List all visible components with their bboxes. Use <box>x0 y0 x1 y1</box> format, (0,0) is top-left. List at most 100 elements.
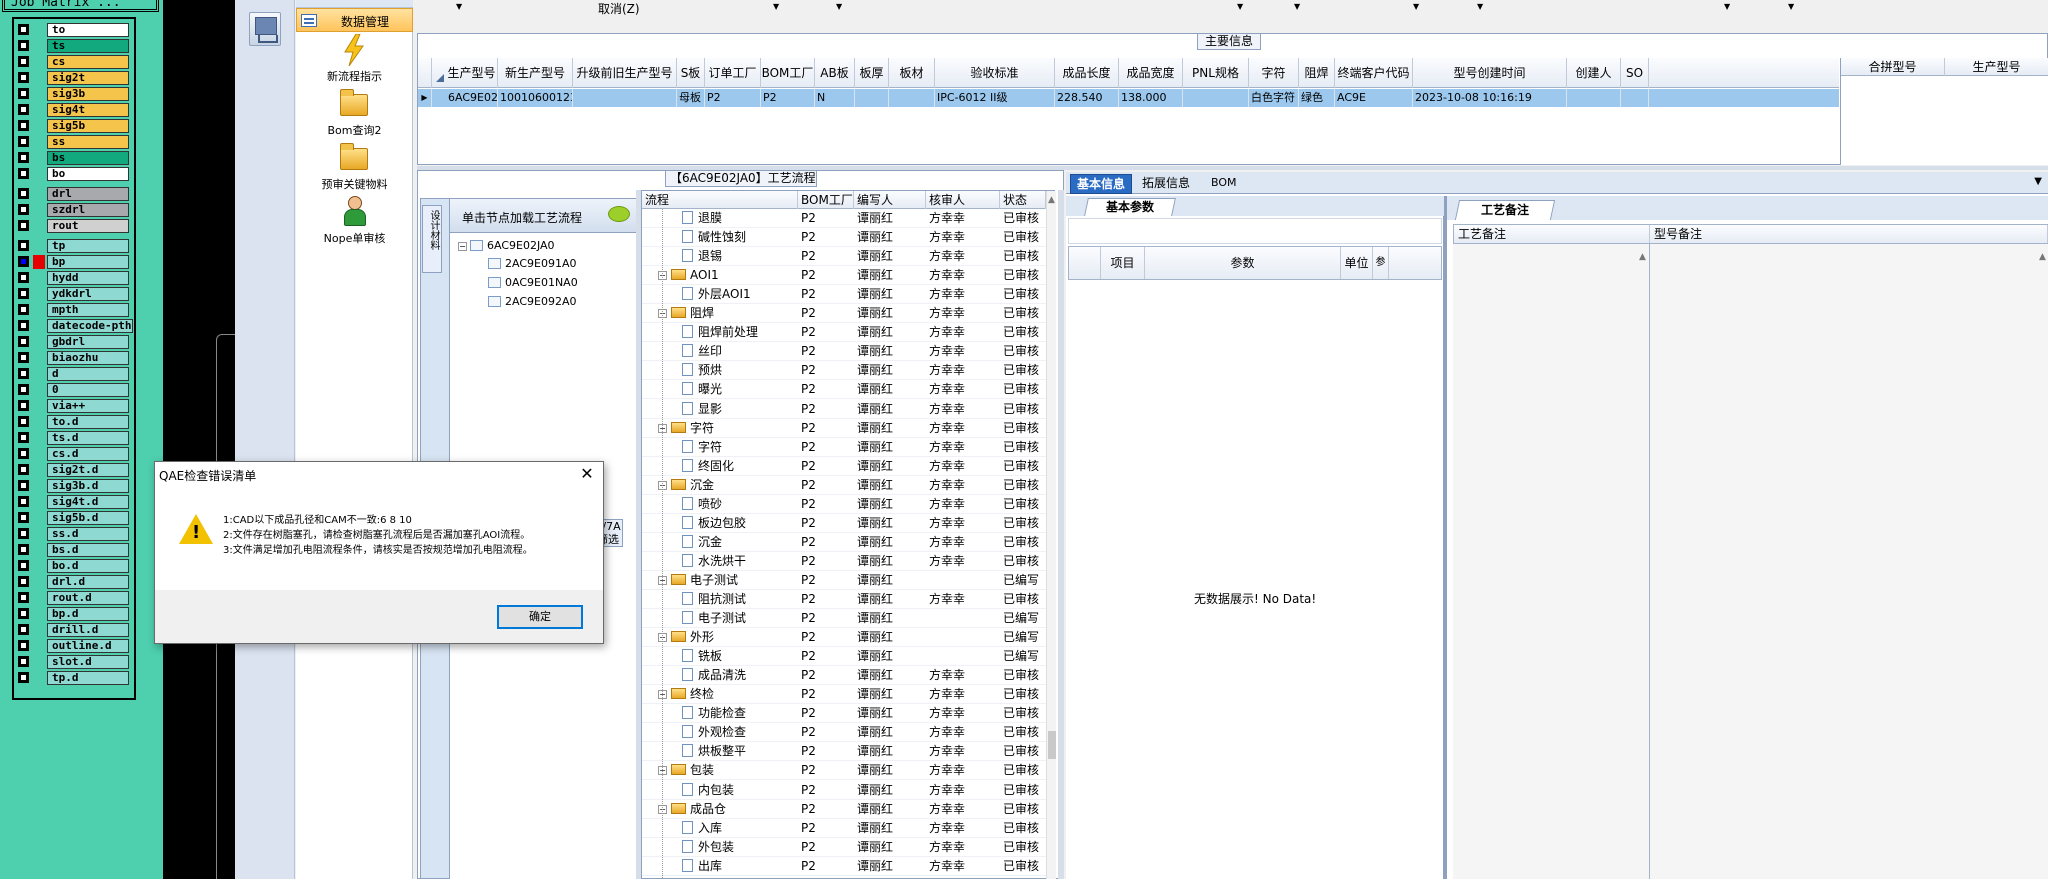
main-info-row-selected[interactable]: ▶6AC9E02JA010010600123408母板P2P2NIPC-6012… <box>418 89 1839 107</box>
main-info-column-header[interactable]: AB板 <box>815 58 855 88</box>
matrix-layer-label[interactable]: mpth <box>47 303 129 317</box>
unit-column-header[interactable]: 单位 <box>1341 247 1373 279</box>
nav-data-manage[interactable]: 数据管理 <box>296 8 413 32</box>
main-info-column-header[interactable]: 新生产型号 <box>498 58 573 88</box>
nav-item-nope-review[interactable]: Nope单审核 <box>296 192 413 252</box>
matrix-row-bp.d[interactable]: bp.d <box>16 607 134 621</box>
nav-item-key-material[interactable]: 预审关键物料 <box>296 138 413 198</box>
model-note-column-header[interactable]: 型号备注 <box>1650 225 2048 243</box>
grid-info-splitter[interactable] <box>1058 190 1064 879</box>
design-material-tab[interactable]: 设计材料 <box>422 205 442 273</box>
process-row[interactable]: 退膜 P2 谭丽红 方幸幸 已审核 <box>642 209 1046 228</box>
matrix-row-bo[interactable]: bo <box>16 167 134 181</box>
matrix-layer-label[interactable]: slot.d <box>47 655 129 669</box>
matrix-row-tp[interactable]: tp <box>16 239 134 253</box>
tree-node[interactable]: 2AC9E091A0 <box>488 257 576 271</box>
main-info-column-header[interactable]: 成品宽度 <box>1119 58 1183 88</box>
matrix-layer-label[interactable]: outline.d <box>47 639 129 653</box>
process-row[interactable]: 电子测试 P2 谭丽红 已编写 <box>642 609 1046 629</box>
tab-process-note[interactable]: 工艺备注 <box>1454 200 1556 220</box>
process-row[interactable]: − 终检 P2 谭丽红 方幸幸 已审核 <box>642 685 1046 705</box>
main-info-cell[interactable] <box>573 89 677 107</box>
dropdown-arrow-icon[interactable]: ▼ <box>1413 2 1419 11</box>
flow-column-header[interactable]: 流程 <box>642 191 798 209</box>
matrix-checkbox[interactable] <box>18 136 29 147</box>
process-row[interactable]: 铣板 P2 谭丽红 已编写 <box>642 647 1046 667</box>
main-info-cell[interactable]: 绿色 <box>1299 89 1335 107</box>
dropdown-arrow-icon[interactable]: ▼ <box>1724 2 1730 11</box>
scroll-up-icon[interactable]: ▲ <box>1639 252 1646 262</box>
process-row[interactable]: 出库 P2 谭丽红 方幸幸 已审核 <box>642 857 1046 876</box>
matrix-row-d[interactable]: d <box>16 367 134 381</box>
tab-extended-info[interactable]: 拓展信息 <box>1136 174 1196 194</box>
process-row[interactable]: 退锡 P2 谭丽红 方幸幸 已审核 <box>642 247 1046 267</box>
matrix-row-cs[interactable]: cs <box>16 55 134 69</box>
matrix-row-sig5b[interactable]: sig5b <box>16 119 134 133</box>
matrix-layer-label[interactable]: bs <box>47 151 129 165</box>
process-row[interactable]: − 沉金 P2 谭丽红 方幸幸 已审核 <box>642 476 1046 495</box>
process-row[interactable]: 外层AOI1 P2 谭丽红 方幸幸 已审核 <box>642 285 1046 305</box>
matrix-row-tp.d[interactable]: tp.d <box>16 671 134 685</box>
matrix-checkbox[interactable] <box>18 480 29 491</box>
matrix-row-ss.d[interactable]: ss.d <box>16 527 134 541</box>
main-info-column-header[interactable]: 升级前旧生产型号 <box>573 58 677 88</box>
matrix-checkbox[interactable] <box>18 432 29 443</box>
process-row[interactable]: − 外形 P2 谭丽红 已编写 <box>642 628 1046 648</box>
tab-bom[interactable]: BOM <box>1205 174 1243 194</box>
tree-node[interactable]: 0AC9E01NA0 <box>488 276 578 290</box>
matrix-row-outline.d[interactable]: outline.d <box>16 639 134 653</box>
matrix-row-hydd[interactable]: hydd <box>16 271 134 285</box>
matrix-checkbox[interactable] <box>18 512 29 523</box>
matrix-checkbox[interactable] <box>18 152 29 163</box>
matrix-row-sig2t[interactable]: sig2t <box>16 71 134 85</box>
data-module-icon[interactable] <box>249 12 281 46</box>
matrix-checkbox[interactable] <box>18 88 29 99</box>
process-note-cell[interactable] <box>1453 244 1649 879</box>
matrix-layer-label[interactable]: rout.d <box>47 591 129 605</box>
matrix-checkbox[interactable] <box>18 288 29 299</box>
matrix-row-ts[interactable]: ts <box>16 39 134 53</box>
matrix-layer-label[interactable]: sig5b <box>47 119 129 133</box>
matrix-layer-label[interactable]: hydd <box>47 271 129 285</box>
matrix-layer-label[interactable]: sig4t.d <box>47 495 129 509</box>
ok-button[interactable]: 确定 <box>497 605 583 629</box>
main-info-cell[interactable]: 白色字符 <box>1249 89 1299 107</box>
matrix-layer-label[interactable]: sig3b <box>47 87 129 101</box>
matrix-row-gbdrl[interactable]: gbdrl <box>16 335 134 349</box>
process-row[interactable]: 曝光 P2 谭丽红 方幸幸 已审核 <box>642 380 1046 400</box>
main-info-cell[interactable]: 母板 <box>677 89 705 107</box>
matrix-row-ss[interactable]: ss <box>16 135 134 149</box>
matrix-layer-label[interactable]: via++ <box>47 399 129 413</box>
matrix-checkbox[interactable] <box>18 496 29 507</box>
param-extra-column-header[interactable]: 参 <box>1373 247 1389 279</box>
param-column-header[interactable]: 参数 <box>1145 247 1341 279</box>
process-row[interactable]: − 成品仓 P2 谭丽红 方幸幸 已审核 <box>642 800 1046 819</box>
matrix-checkbox[interactable] <box>18 272 29 283</box>
matrix-row-bp[interactable]: bp <box>16 255 134 269</box>
matrix-layer-label[interactable]: cs.d <box>47 447 129 461</box>
matrix-row-ydkdrl[interactable]: ydkdrl <box>16 287 134 301</box>
process-note-column-header[interactable]: 工艺备注 <box>1454 225 1650 243</box>
main-info-cell[interactable]: 10010600123408 <box>498 89 573 107</box>
matrix-checkbox[interactable] <box>18 544 29 555</box>
matrix-checkbox[interactable] <box>18 104 29 115</box>
tree-node[interactable]: 2AC9E092A0 <box>488 295 576 309</box>
tab-basic-info[interactable]: 基本信息 <box>1070 174 1133 194</box>
matrix-row-0[interactable]: 0 <box>16 383 134 397</box>
process-row[interactable]: 沉金 P2 谭丽红 方幸幸 已审核 <box>642 533 1046 552</box>
main-info-cell[interactable] <box>1621 89 1649 107</box>
process-row[interactable]: 喷砂 P2 谭丽红 方幸幸 已审核 <box>642 495 1046 514</box>
process-row[interactable]: 阻焊前处理 P2 谭丽红 方幸幸 已审核 <box>642 323 1046 343</box>
matrix-layer-label[interactable]: drill.d <box>47 623 129 637</box>
matrix-checkbox[interactable] <box>18 384 29 395</box>
matrix-layer-label[interactable]: ydkdrl <box>47 287 129 301</box>
process-row[interactable]: − 字符 P2 谭丽红 方幸幸 已审核 <box>642 419 1046 438</box>
matrix-checkbox[interactable] <box>18 464 29 475</box>
main-info-column-header[interactable]: 成品长度 <box>1055 58 1119 88</box>
merge-model-column[interactable]: 合拼型号 <box>1841 58 1945 76</box>
tree-node-root[interactable]: − 6AC9E02JA0 <box>458 239 555 253</box>
matrix-layer-label[interactable]: sig2t.d <box>47 463 129 477</box>
matrix-checkbox[interactable] <box>18 448 29 459</box>
matrix-checkbox[interactable] <box>18 560 29 571</box>
matrix-row-ts.d[interactable]: ts.d <box>16 431 134 445</box>
